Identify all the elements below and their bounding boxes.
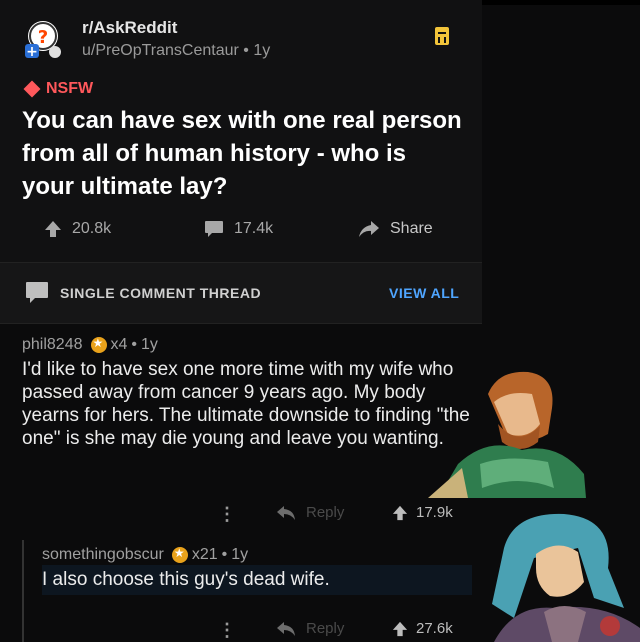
separator-dot: •: [221, 546, 228, 563]
comment-1-meta: phil8248 x4 • 1y: [22, 336, 158, 354]
nsfw-tag: NSFW: [23, 80, 94, 98]
share-label: Share: [390, 220, 433, 237]
post-age: 1y: [253, 42, 271, 59]
view-all-link[interactable]: VIEW ALL: [389, 285, 459, 301]
subreddit-name[interactable]: r/AskReddit: [82, 18, 177, 38]
nsfw-diamond-icon: [23, 80, 41, 98]
nsfw-label: NSFW: [46, 80, 94, 97]
svg-text:?: ?: [38, 27, 48, 48]
comment-1-body: I'd like to have sex one more time with …: [22, 359, 470, 449]
comment-2-reply-button[interactable]: Reply: [276, 620, 344, 637]
comment-thread-icon: [26, 282, 48, 303]
comment-1-age: 1y: [141, 336, 158, 353]
comment-2-age: 1y: [231, 546, 249, 563]
comment-2-score: 27.6k: [416, 620, 453, 637]
reply-arrow-icon: [277, 505, 295, 520]
save-icon[interactable]: [434, 26, 450, 46]
share-arrow-icon: [359, 221, 379, 237]
post-author[interactable]: u/PreOpTransCentaur: [82, 42, 239, 59]
character-portrait-blue-haired-man: [492, 513, 640, 642]
thread-line: [22, 540, 24, 642]
comment-1-score: 17.9k: [416, 504, 453, 521]
separator-dot: •: [131, 336, 138, 353]
comment-2-body: I also choose this guy's dead wife.: [42, 565, 472, 595]
comment-1-reply-label: Reply: [306, 504, 345, 521]
upvote-arrow-icon: [392, 621, 408, 636]
comment-1-awards: x4: [110, 336, 128, 353]
comment-count: 17.4k: [234, 220, 274, 237]
comment-2-reply-label: Reply: [306, 620, 345, 637]
comment-1-upvote-button[interactable]: 17.9k: [392, 504, 453, 521]
comment-1-reply-button[interactable]: Reply: [276, 504, 344, 521]
post-card[interactable]: ? + r/AskReddit u/PreOpTransCentaur • 1y…: [0, 0, 482, 262]
subreddit-icon[interactable]: ? +: [22, 18, 64, 60]
single-thread-bar: SINGLE COMMENT THREAD VIEW ALL: [0, 262, 482, 324]
comment-1-author[interactable]: phil8248: [22, 336, 83, 354]
post-actions: 20.8k 17.4k Share: [0, 216, 482, 244]
single-thread-label: SINGLE COMMENT THREAD: [60, 285, 262, 301]
reply-arrow-icon: [277, 621, 295, 636]
comment-2-upvote-button[interactable]: 27.6k: [392, 620, 453, 637]
award-icon: [90, 336, 107, 353]
post-title[interactable]: You can have sex with one real person fr…: [22, 104, 462, 203]
upvote-arrow-icon: [45, 221, 61, 237]
comments-button[interactable]: 17.4k: [204, 220, 273, 238]
award-icon: [171, 546, 188, 563]
character-portrait-bearded-man: [428, 371, 586, 498]
comment-2-awards: x21: [191, 546, 218, 563]
comment-1-options-icon[interactable]: ⋮: [218, 504, 236, 525]
comment-2-meta: somethingobscur x21 • 1y: [42, 546, 248, 564]
comment-2-author[interactable]: somethingobscur: [42, 546, 164, 564]
upvote-count: 20.8k: [72, 220, 112, 237]
svg-text:+: +: [26, 44, 38, 60]
comment-bubble-icon: [205, 221, 223, 237]
upvote-button[interactable]: 20.8k: [44, 220, 111, 238]
upvote-arrow-icon: [392, 505, 408, 520]
separator-dot: •: [243, 42, 254, 59]
share-button[interactable]: Share: [358, 220, 433, 238]
post-author-line: u/PreOpTransCentaur • 1y: [82, 42, 270, 60]
comment-2-options-icon[interactable]: ⋮: [218, 620, 236, 641]
